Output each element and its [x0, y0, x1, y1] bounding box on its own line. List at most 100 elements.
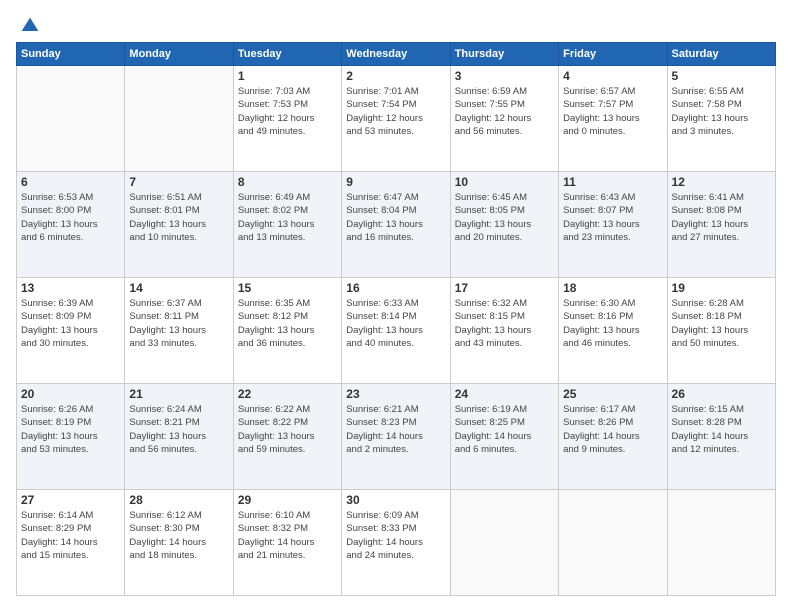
calendar-cell: 23 Sunrise: 6:21 AMSunset: 8:23 PMDayligh…: [342, 384, 450, 490]
day-number: 24: [455, 387, 554, 401]
day-number: 14: [129, 281, 228, 295]
day-info: Sunrise: 6:35 AMSunset: 8:12 PMDaylight:…: [238, 297, 337, 350]
day-number: 25: [563, 387, 662, 401]
calendar-cell: 26 Sunrise: 6:15 AMSunset: 8:28 PMDayligh…: [667, 384, 775, 490]
calendar-week-row: 1 Sunrise: 7:03 AMSunset: 7:53 PMDaylight…: [17, 66, 776, 172]
day-number: 7: [129, 175, 228, 189]
day-info: Sunrise: 6:26 AMSunset: 8:19 PMDaylight:…: [21, 403, 120, 456]
day-number: 11: [563, 175, 662, 189]
day-number: 13: [21, 281, 120, 295]
day-number: 4: [563, 69, 662, 83]
day-number: 6: [21, 175, 120, 189]
calendar-cell: 19 Sunrise: 6:28 AMSunset: 8:18 PMDayligh…: [667, 278, 775, 384]
calendar-cell: [125, 66, 233, 172]
day-info: Sunrise: 6:21 AMSunset: 8:23 PMDaylight:…: [346, 403, 445, 456]
calendar-cell: 28 Sunrise: 6:12 AMSunset: 8:30 PMDayligh…: [125, 490, 233, 596]
day-info: Sunrise: 6:53 AMSunset: 8:00 PMDaylight:…: [21, 191, 120, 244]
day-info: Sunrise: 6:33 AMSunset: 8:14 PMDaylight:…: [346, 297, 445, 350]
day-info: Sunrise: 6:17 AMSunset: 8:26 PMDaylight:…: [563, 403, 662, 456]
day-info: Sunrise: 6:49 AMSunset: 8:02 PMDaylight:…: [238, 191, 337, 244]
calendar-header-saturday: Saturday: [667, 43, 775, 66]
calendar-cell: 30 Sunrise: 6:09 AMSunset: 8:33 PMDayligh…: [342, 490, 450, 596]
calendar-cell: 29Sunrise: 6:10 AMSunset: 8:32 PMDayligh…: [233, 490, 341, 596]
day-info: Sunrise: 6:12 AMSunset: 8:30 PMDaylight:…: [129, 509, 228, 562]
calendar-cell: 27Sunrise: 6:14 AMSunset: 8:29 PMDayligh…: [17, 490, 125, 596]
calendar-cell: 22 Sunrise: 6:22 AMSunset: 8:22 PMDayligh…: [233, 384, 341, 490]
day-number: 16: [346, 281, 445, 295]
calendar-cell: 8 Sunrise: 6:49 AMSunset: 8:02 PMDaylight…: [233, 172, 341, 278]
calendar-cell: [17, 66, 125, 172]
calendar-cell: [559, 490, 667, 596]
calendar-cell: 20 Sunrise: 6:26 AMSunset: 8:19 PMDayligh…: [17, 384, 125, 490]
day-number: 20: [21, 387, 120, 401]
calendar-cell: 14 Sunrise: 6:37 AMSunset: 8:11 PMDayligh…: [125, 278, 233, 384]
calendar-cell: 4 Sunrise: 6:57 AMSunset: 7:57 PMDaylight…: [559, 66, 667, 172]
calendar-header-thursday: Thursday: [450, 43, 558, 66]
day-number: 5: [672, 69, 771, 83]
day-number: 3: [455, 69, 554, 83]
day-info: Sunrise: 6:39 AMSunset: 8:09 PMDaylight:…: [21, 297, 120, 350]
logo-icon: [20, 16, 40, 36]
day-info: Sunrise: 6:45 AMSunset: 8:05 PMDaylight:…: [455, 191, 554, 244]
day-info: Sunrise: 6:51 AMSunset: 8:01 PMDaylight:…: [129, 191, 228, 244]
day-number: 21: [129, 387, 228, 401]
day-info: Sunrise: 6:24 AMSunset: 8:21 PMDaylight:…: [129, 403, 228, 456]
day-info: Sunrise: 6:22 AMSunset: 8:22 PMDaylight:…: [238, 403, 337, 456]
day-number: 28: [129, 493, 228, 507]
day-number: 23: [346, 387, 445, 401]
calendar-cell: 11 Sunrise: 6:43 AMSunset: 8:07 PMDayligh…: [559, 172, 667, 278]
calendar-cell: 2Sunrise: 7:01 AMSunset: 7:54 PMDaylight…: [342, 66, 450, 172]
calendar-cell: 9 Sunrise: 6:47 AMSunset: 8:04 PMDaylight…: [342, 172, 450, 278]
day-info: Sunrise: 6:37 AMSunset: 8:11 PMDaylight:…: [129, 297, 228, 350]
day-info: Sunrise: 6:09 AMSunset: 8:33 PMDaylight:…: [346, 509, 445, 562]
calendar-cell: 17 Sunrise: 6:32 AMSunset: 8:15 PMDayligh…: [450, 278, 558, 384]
calendar-cell: 1 Sunrise: 7:03 AMSunset: 7:53 PMDaylight…: [233, 66, 341, 172]
day-number: 10: [455, 175, 554, 189]
calendar-cell: 21 Sunrise: 6:24 AMSunset: 8:21 PMDayligh…: [125, 384, 233, 490]
calendar-cell: 6 Sunrise: 6:53 AMSunset: 8:00 PMDaylight…: [17, 172, 125, 278]
day-info: Sunrise: 6:19 AMSunset: 8:25 PMDaylight:…: [455, 403, 554, 456]
calendar-cell: 12Sunrise: 6:41 AMSunset: 8:08 PMDayligh…: [667, 172, 775, 278]
day-number: 9: [346, 175, 445, 189]
day-info: Sunrise: 6:15 AMSunset: 8:28 PMDaylight:…: [672, 403, 771, 456]
day-info: Sunrise: 6:14 AMSunset: 8:29 PMDaylight:…: [21, 509, 120, 562]
calendar-cell: 13 Sunrise: 6:39 AMSunset: 8:09 PMDayligh…: [17, 278, 125, 384]
day-info: Sunrise: 6:28 AMSunset: 8:18 PMDaylight:…: [672, 297, 771, 350]
day-info: Sunrise: 6:43 AMSunset: 8:07 PMDaylight:…: [563, 191, 662, 244]
day-info: Sunrise: 6:10 AMSunset: 8:32 PMDaylight:…: [238, 509, 337, 562]
calendar-header-wednesday: Wednesday: [342, 43, 450, 66]
day-number: 1: [238, 69, 337, 83]
day-info: Sunrise: 6:32 AMSunset: 8:15 PMDaylight:…: [455, 297, 554, 350]
calendar-week-row: 20 Sunrise: 6:26 AMSunset: 8:19 PMDayligh…: [17, 384, 776, 490]
calendar-header-friday: Friday: [559, 43, 667, 66]
header: [16, 16, 776, 32]
calendar-cell: 18Sunrise: 6:30 AMSunset: 8:16 PMDayligh…: [559, 278, 667, 384]
day-number: 30: [346, 493, 445, 507]
day-number: 2: [346, 69, 445, 83]
day-number: 12: [672, 175, 771, 189]
calendar-cell: 7 Sunrise: 6:51 AMSunset: 8:01 PMDaylight…: [125, 172, 233, 278]
day-info: Sunrise: 7:03 AMSunset: 7:53 PMDaylight:…: [238, 85, 337, 138]
day-number: 17: [455, 281, 554, 295]
page: SundayMondayTuesdayWednesdayThursdayFrid…: [0, 0, 792, 612]
day-number: 22: [238, 387, 337, 401]
calendar-cell: 5 Sunrise: 6:55 AMSunset: 7:58 PMDaylight…: [667, 66, 775, 172]
calendar-week-row: 6 Sunrise: 6:53 AMSunset: 8:00 PMDaylight…: [17, 172, 776, 278]
day-info: Sunrise: 6:57 AMSunset: 7:57 PMDaylight:…: [563, 85, 662, 138]
calendar-header-monday: Monday: [125, 43, 233, 66]
day-info: Sunrise: 6:47 AMSunset: 8:04 PMDaylight:…: [346, 191, 445, 244]
calendar-cell: 25 Sunrise: 6:17 AMSunset: 8:26 PMDayligh…: [559, 384, 667, 490]
calendar-cell: 10 Sunrise: 6:45 AMSunset: 8:05 PMDayligh…: [450, 172, 558, 278]
calendar-cell: 3 Sunrise: 6:59 AMSunset: 7:55 PMDaylight…: [450, 66, 558, 172]
day-number: 15: [238, 281, 337, 295]
calendar-cell: [667, 490, 775, 596]
day-number: 19: [672, 281, 771, 295]
day-number: 8: [238, 175, 337, 189]
calendar-header-row: SundayMondayTuesdayWednesdayThursdayFrid…: [17, 43, 776, 66]
logo: [16, 16, 40, 32]
calendar-cell: [450, 490, 558, 596]
day-number: 26: [672, 387, 771, 401]
day-info: Sunrise: 6:55 AMSunset: 7:58 PMDaylight:…: [672, 85, 771, 138]
day-info: Sunrise: 6:59 AMSunset: 7:55 PMDaylight:…: [455, 85, 554, 138]
calendar-cell: 24 Sunrise: 6:19 AMSunset: 8:25 PMDayligh…: [450, 384, 558, 490]
